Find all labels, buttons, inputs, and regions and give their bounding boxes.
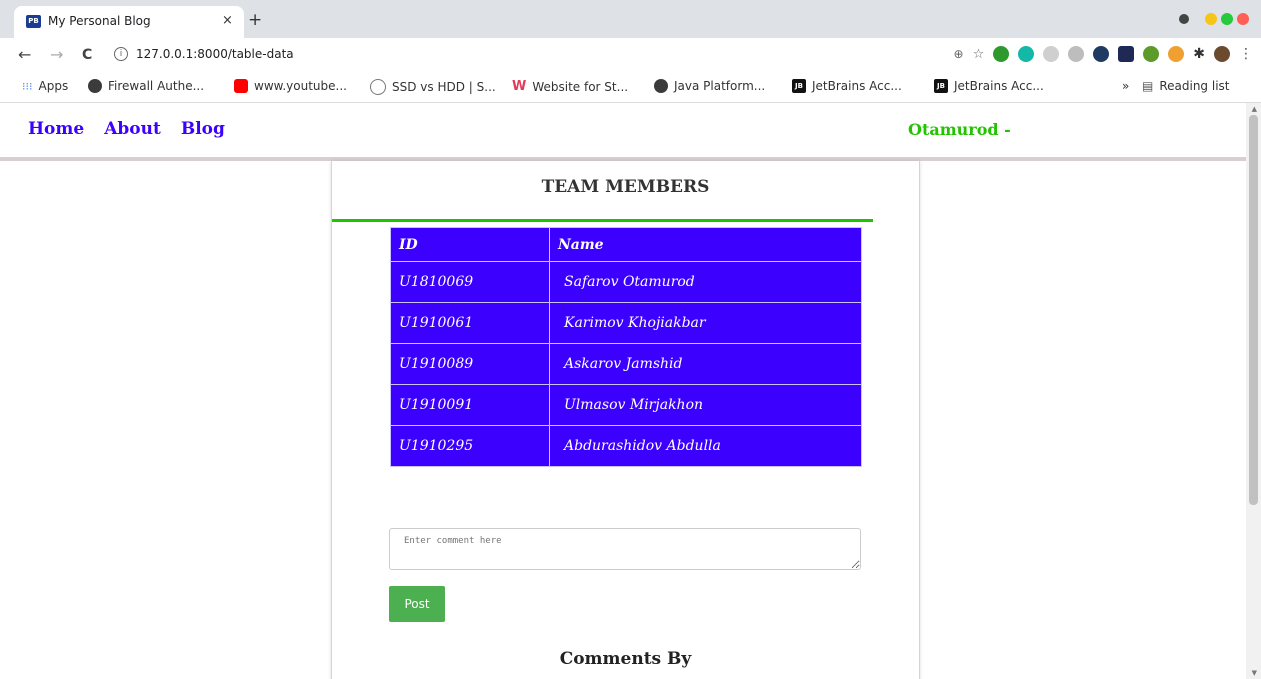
bookmark-star-icon[interactable]: ☆ — [973, 47, 985, 62]
tab-title: My Personal Blog — [48, 14, 151, 28]
bookmark-label: JetBrains Acc... — [954, 79, 1044, 93]
menu-kebab-icon[interactable]: ⋮ — [1239, 46, 1253, 62]
jetbrains-icon: JB — [934, 79, 948, 93]
youtube-icon — [234, 79, 248, 93]
close-window-button[interactable] — [1237, 13, 1249, 25]
bookmark-label: Firewall Authe... — [108, 79, 205, 93]
extension-navy-icon[interactable] — [1118, 46, 1135, 62]
scroll-up-arrow-icon[interactable]: ▲ — [1252, 105, 1257, 113]
window-controls — [1179, 13, 1249, 25]
jetbrains-icon: JB — [792, 79, 806, 93]
comment-input[interactable] — [389, 528, 861, 570]
puzzle-extensions-icon[interactable]: ✱ — [1193, 46, 1205, 62]
nav-home-link[interactable]: Home — [28, 119, 84, 139]
nav-blog-link[interactable]: Blog — [181, 119, 225, 139]
extension-blue-icon[interactable] — [1093, 46, 1110, 62]
bookmark-ssd-vs-hdd[interactable]: SSD vs HDD | S... — [370, 79, 496, 95]
bookmark-label: Apps — [38, 79, 69, 93]
maximize-window-button[interactable] — [1221, 13, 1233, 25]
address-bar[interactable]: i 127.0.0.1:8000/table-data — [114, 47, 294, 61]
member-name-cell: Ulmasov Mirjakhon — [549, 384, 862, 426]
back-button[interactable]: ← — [18, 45, 31, 64]
member-name-cell: Safarov Otamurod — [549, 261, 862, 303]
table-row: U1910089 Askarov Jamshid — [390, 343, 862, 385]
comments-heading: Comments By — [559, 649, 692, 669]
reading-list-icon: ▤ — [1142, 79, 1154, 93]
scrollbar-thumb[interactable] — [1249, 115, 1258, 505]
browser-tabstrip: PB My Personal Blog × + — [0, 0, 1261, 38]
extension-teal-icon[interactable] — [1018, 46, 1035, 62]
team-members-table: ID Name U1810069 Safarov Otamurod U19100… — [390, 227, 862, 467]
member-id-cell: U1910295 — [390, 425, 550, 467]
member-name-cell: Askarov Jamshid — [549, 343, 862, 385]
page-title: TEAM MEMBERS — [541, 177, 710, 197]
apps-grid-icon: ⁝⁝⁝ — [22, 79, 33, 93]
site-navbar: Home About Blog Otamurod - — [0, 103, 1246, 161]
url-text: 127.0.0.1:8000/table-data — [136, 47, 294, 61]
page-viewport: Home About Blog Otamurod - TEAM MEMBERS … — [0, 103, 1261, 679]
table-row: U1910295 Abdurashidov Abdulla — [390, 425, 862, 467]
profile-avatar[interactable] — [1214, 46, 1230, 62]
globe-icon — [654, 79, 668, 93]
more-bookmarks-button[interactable]: » — [1122, 79, 1129, 93]
bookmark-java-platform[interactable]: Java Platform... — [654, 79, 765, 93]
tab-close-icon[interactable]: × — [222, 13, 233, 28]
post-button[interactable]: Post — [389, 586, 445, 622]
globe-icon — [88, 79, 102, 93]
bookmark-label: SSD vs HDD | S... — [392, 80, 496, 94]
bookmarks-bar: ⁝⁝⁝ Apps Firewall Authe... www.youtube..… — [0, 72, 1261, 103]
reading-list-label: Reading list — [1159, 79, 1230, 93]
table-header-row: ID Name — [390, 227, 862, 262]
column-header-id: ID — [390, 227, 550, 262]
extension-green-icon[interactable] — [993, 46, 1010, 62]
bookmark-label: Java Platform... — [674, 79, 766, 93]
site-info-icon[interactable]: i — [114, 47, 128, 61]
forward-button[interactable]: → — [50, 45, 63, 64]
table-row: U1910061 Karimov Khojiakbar — [390, 302, 862, 344]
user-menu[interactable]: Otamurod - — [908, 120, 1011, 139]
new-tab-button[interactable]: + — [248, 10, 262, 30]
minimize-window-button[interactable] — [1205, 13, 1217, 25]
column-header-name: Name — [549, 227, 862, 262]
table-row: U1810069 Safarov Otamurod — [390, 261, 862, 303]
table-row: U1910091 Ulmasov Mirjakhon — [390, 384, 862, 426]
bookmark-label: JetBrains Acc... — [812, 79, 902, 93]
extension-globe-icon[interactable] — [1043, 46, 1060, 62]
site-nav-links: Home About Blog — [28, 119, 225, 139]
extension-gear-icon[interactable] — [1143, 46, 1160, 62]
title-divider — [332, 219, 873, 222]
reload-button[interactable]: C — [82, 47, 92, 63]
download-icon[interactable] — [1068, 46, 1085, 62]
member-name-cell: Karimov Khojiakbar — [549, 302, 862, 344]
member-id-cell: U1910089 — [390, 343, 550, 385]
bookmark-apps[interactable]: ⁝⁝⁝ Apps — [22, 79, 68, 93]
member-name-cell: Abdurashidov Abdulla — [549, 425, 862, 467]
browser-toolbar: ← → C i 127.0.0.1:8000/table-data ⊕ ☆ ✱ … — [0, 38, 1261, 72]
scroll-down-arrow-icon[interactable]: ▼ — [1252, 669, 1257, 677]
site-icon — [370, 79, 386, 95]
content-card: TEAM MEMBERS ID Name U1810069 Safarov Ot… — [331, 161, 920, 679]
reading-list-button[interactable]: ▤ Reading list — [1142, 79, 1230, 93]
bookmark-jetbrains-1[interactable]: JB JetBrains Acc... — [792, 79, 902, 93]
bookmark-jetbrains-2[interactable]: JB JetBrains Acc... — [934, 79, 1044, 93]
bookmark-label: Website for St... — [532, 79, 629, 94]
nav-about-link[interactable]: About — [104, 119, 161, 139]
bookmark-label: www.youtube... — [254, 79, 347, 93]
record-icon — [1179, 14, 1189, 24]
w-logo-icon: W — [512, 79, 527, 94]
member-id-cell: U1910061 — [390, 302, 550, 344]
zoom-icon[interactable]: ⊕ — [954, 47, 964, 61]
bookmark-youtube[interactable]: www.youtube... — [234, 79, 347, 93]
bookmark-website-for-st[interactable]: W Website for St... — [512, 79, 628, 94]
member-id-cell: U1910091 — [390, 384, 550, 426]
page-scrollbar[interactable]: ▲ ▼ — [1246, 103, 1261, 679]
site-favicon-icon: PB — [26, 15, 41, 28]
member-id-cell: U1810069 — [390, 261, 550, 303]
browser-tab[interactable]: PB My Personal Blog × — [14, 6, 244, 38]
extension-orange-icon[interactable] — [1168, 46, 1185, 62]
bookmark-firewall[interactable]: Firewall Authe... — [88, 79, 204, 93]
extension-bar: ⊕ ☆ ✱ ⋮ — [954, 46, 1253, 62]
